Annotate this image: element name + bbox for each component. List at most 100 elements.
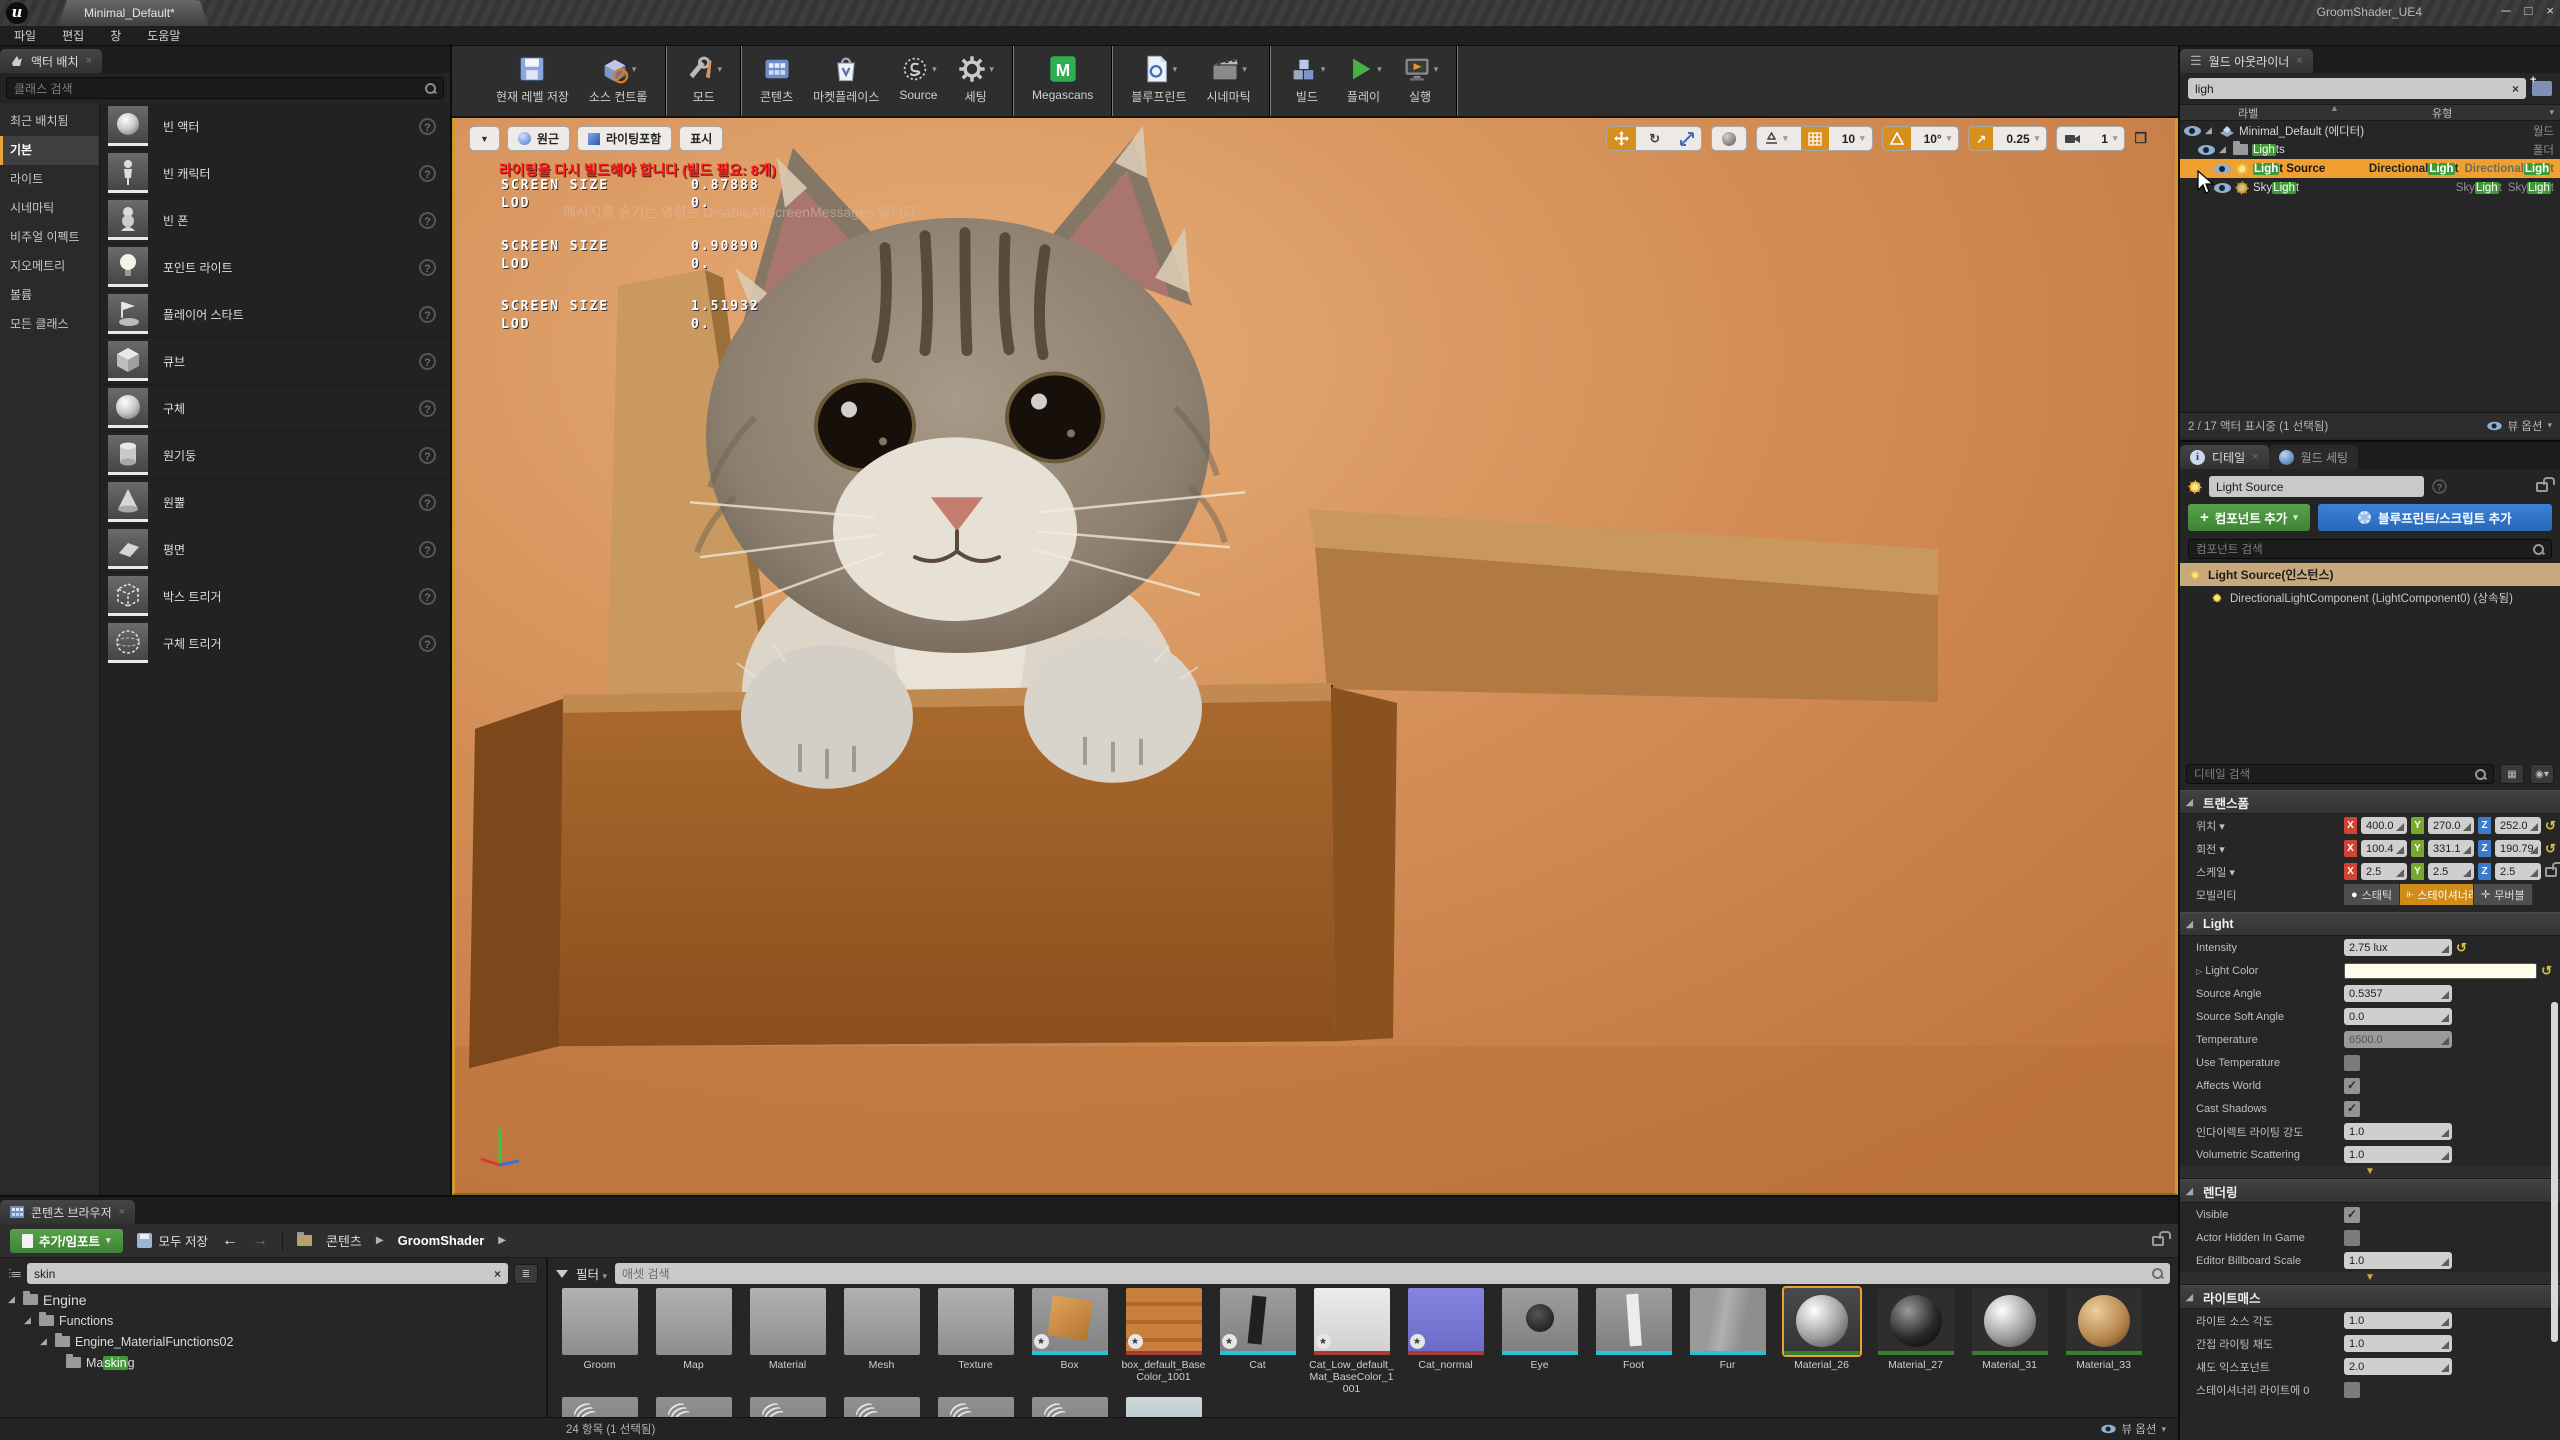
indirect-lighting-field[interactable]: 1.0 [2344, 1123, 2452, 1140]
reset-icon[interactable]: ↺ [2545, 818, 2556, 834]
marketplace-button[interactable]: 마켓플레이스 [813, 46, 879, 105]
content-browser-tab[interactable]: 콘텐츠 브라우저 × [0, 1200, 135, 1224]
source-angle-field[interactable]: 0.5357 [2344, 985, 2452, 1002]
filters-button[interactable]: 필터 ▾ [576, 1264, 607, 1283]
breadcrumb-current[interactable]: GroomShader [398, 1233, 485, 1248]
affects-world-checkbox[interactable]: ✓ [2344, 1078, 2360, 1094]
display-filter-eye-button[interactable]: ◉▾ [2530, 764, 2554, 784]
outliner-row-world[interactable]: ◢ Minimal_Default (에디터) 월드 [2180, 121, 2560, 140]
tree-item-engine[interactable]: ◢ Engine [0, 1289, 546, 1310]
category-visual-effects[interactable]: 비주얼 이펙트 [0, 223, 99, 252]
location-x-field[interactable]: 400.0 [2361, 817, 2407, 834]
reset-icon[interactable]: ↺ [2545, 841, 2556, 857]
surface-snap-button[interactable]: ▾ [1757, 126, 1795, 151]
class-search-input[interactable]: 클래스 검색 [6, 77, 444, 99]
visibility-eye-icon[interactable] [2214, 183, 2231, 193]
rotation-snap-button[interactable] [1883, 126, 1911, 151]
settings-button[interactable]: ▾ 세팅 [957, 46, 994, 105]
outliner-row-light-source[interactable]: Light Source DirectionalLight Directiona… [2180, 159, 2560, 178]
visibility-eye-icon[interactable] [2214, 164, 2231, 174]
asset-tile-material[interactable]: Material_27 [1872, 1288, 1959, 1395]
section-lightmass[interactable]: ◢라이트매스 [2180, 1285, 2560, 1309]
column-type[interactable]: 유형 [2432, 105, 2452, 121]
show-flags-button[interactable]: 표시 [679, 126, 723, 151]
help-icon[interactable]: ? [419, 635, 436, 652]
place-item-cylinder[interactable]: 원기둥 ? [100, 432, 450, 479]
asset-tile-mesh[interactable]: Fur [1684, 1288, 1771, 1395]
mobility-movable-button[interactable]: ✛무버블 [2474, 884, 2533, 905]
property-matrix-button[interactable]: ▦ [2500, 764, 2524, 784]
help-icon[interactable]: ? [419, 353, 436, 370]
light-color-swatch[interactable] [2344, 963, 2537, 979]
sources-toggle-icon[interactable]: ⫶☰ [8, 1266, 21, 1282]
chevron-down-icon[interactable]: ▾ [2549, 107, 2554, 118]
visible-checkbox[interactable]: ✓ [2344, 1207, 2360, 1223]
tree-item-masking[interactable]: Masking [0, 1352, 546, 1373]
rotation-x-field[interactable]: 100.4 [2361, 840, 2407, 857]
menu-help[interactable]: 도움말 [147, 27, 180, 44]
scale-y-field[interactable]: 2.5 [2428, 863, 2474, 880]
save-all-button[interactable]: 모두 저장 [137, 1231, 208, 1250]
close-icon[interactable]: × [119, 1206, 125, 1218]
help-icon[interactable]: ? [419, 541, 436, 558]
category-all-classes[interactable]: 모든 클래스 [0, 310, 99, 339]
titlebar[interactable]: u Minimal_Default* GroomShader_UE4 ─ □ × [0, 0, 2560, 26]
category-basic[interactable]: 기본 [0, 136, 99, 165]
scale-label[interactable]: 스케일 ▾ [2196, 864, 2344, 880]
source-soft-angle-field[interactable]: 0.0 [2344, 1008, 2452, 1025]
section-rendering[interactable]: ◢렌더링 [2180, 1179, 2560, 1203]
details-tab[interactable]: i 디테일 × [2180, 445, 2269, 469]
grid-snap-value[interactable]: 10▾ [1835, 132, 1872, 146]
menu-edit[interactable]: 편집 [62, 27, 84, 44]
rotate-gizmo-button[interactable]: ↻ [1642, 126, 1667, 151]
help-icon[interactable]: ? [2432, 479, 2446, 493]
asset-tile-folder[interactable]: Texture [932, 1288, 1019, 1395]
rotation-snap-value[interactable]: 10°▾ [1917, 132, 1959, 146]
add-blueprint-script-button[interactable]: 블루프린트/스크립트 추가 [2318, 504, 2552, 531]
category-geometry[interactable]: 지오메트리 [0, 252, 99, 281]
new-folder-icon[interactable] [2532, 81, 2552, 96]
tree-item-functions[interactable]: ◢ Functions [0, 1310, 546, 1331]
asset-tile-mesh[interactable]: *Cat [1214, 1288, 1301, 1395]
cinematics-button[interactable]: ▾ 시네마틱 [1207, 46, 1251, 105]
view-mode-lit-button[interactable]: 라이팅포함 [577, 126, 672, 151]
camera-speed-button[interactable] [2057, 126, 2088, 151]
viewport-options-button[interactable]: ▼ [469, 126, 500, 151]
outliner-row-lights-folder[interactable]: ◢ Lights 폴더 [2180, 140, 2560, 159]
source-platform-button[interactable]: ▾ Source [899, 46, 937, 102]
help-icon[interactable]: ? [419, 118, 436, 135]
close-icon[interactable]: × [2296, 55, 2302, 67]
minimize-button[interactable]: ─ [2501, 3, 2510, 18]
expand-arrow-icon[interactable]: ◢ [2205, 125, 2215, 136]
scale-x-field[interactable]: 2.5 [2361, 863, 2407, 880]
maximize-button[interactable]: □ [2525, 3, 2533, 18]
translate-gizmo-button[interactable] [1607, 126, 1636, 151]
asset-tile-folder[interactable]: Groom [556, 1288, 643, 1395]
help-icon[interactable]: ? [419, 447, 436, 464]
level-tab[interactable]: Minimal_Default* [58, 0, 209, 26]
place-item-box-trigger[interactable]: 박스 트리거 ? [100, 573, 450, 620]
tree-item-engine-materialfunctions02[interactable]: ◢ Engine_MaterialFunctions02 [0, 1331, 546, 1352]
cb-view-options-button[interactable]: 뷰 옵션 [2122, 1421, 2157, 1437]
location-y-field[interactable]: 270.0 [2428, 817, 2474, 834]
location-z-field[interactable]: 252.0 [2495, 817, 2541, 834]
component-row-instance[interactable]: Light Source(인스턴스) [2180, 563, 2560, 586]
build-button[interactable]: ▾ 빌드 [1289, 46, 1326, 105]
asset-tile-texture[interactable]: *Cat_normal [1402, 1288, 1489, 1395]
breadcrumb-root[interactable]: 콘텐츠 [326, 1231, 362, 1250]
place-item-sphere-trigger[interactable]: 구체 트리거 ? [100, 620, 450, 667]
rotation-label[interactable]: 회전 ▾ [2196, 841, 2344, 857]
megascans-button[interactable]: M Megascans [1032, 46, 1093, 102]
visibility-eye-icon[interactable] [2184, 126, 2201, 136]
shadow-exponent-field[interactable]: 2.0 [2344, 1358, 2452, 1375]
forward-arrow-icon[interactable]: → [252, 1232, 268, 1250]
use-temperature-checkbox[interactable] [2344, 1055, 2360, 1071]
asset-tile-texture[interactable]: *box_default_BaseColor_1001 [1120, 1288, 1207, 1395]
grid-snap-button[interactable] [1801, 126, 1829, 151]
path-search-input[interactable]: skin × [27, 1263, 508, 1284]
source-control-button[interactable]: ▾ 소스 컨트롤 [589, 46, 648, 105]
place-item-cube[interactable]: 큐브 ? [100, 338, 450, 385]
component-search-input[interactable]: 컴포넌트 검색 [2188, 539, 2552, 559]
mobility-static-button[interactable]: ●스태틱 [2344, 884, 2400, 905]
save-level-button[interactable]: 현재 레벨 저장 [496, 46, 569, 105]
